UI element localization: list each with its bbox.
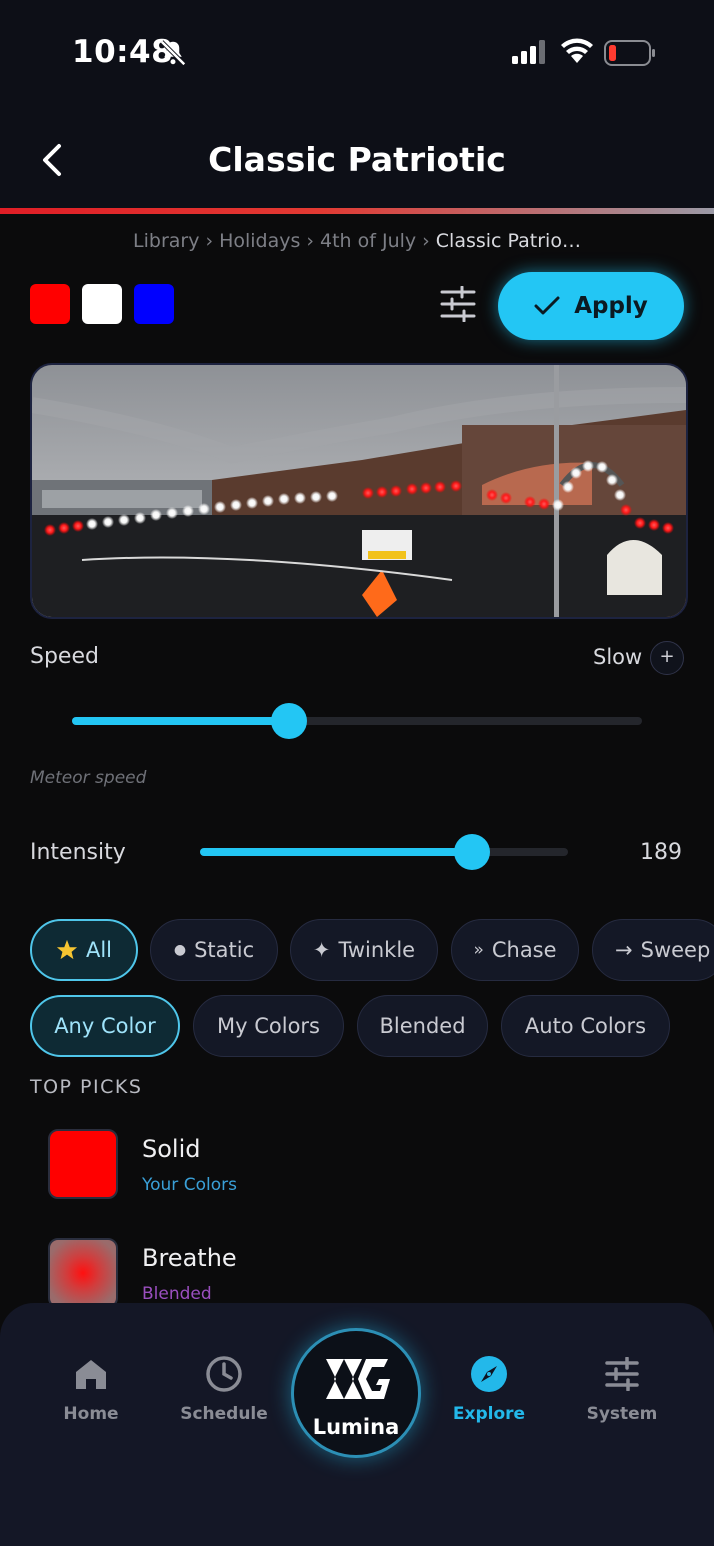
intensity-slider-thumb[interactable] [454,834,491,870]
breadcrumb-current: Classic Patrio… [435,230,581,252]
effect-preview-image [30,363,688,619]
sliders-icon [605,1357,639,1391]
nav-home[interactable]: Home [31,1352,151,1424]
clock-icon [206,1356,242,1392]
filter-chip-sweep[interactable]: → Sweep [592,919,714,981]
arrow-right-icon: → [615,938,633,962]
nav-system[interactable]: System [562,1352,682,1424]
accent-divider [0,208,714,214]
effect-category-breathe: Blended [142,1284,212,1304]
speed-slider[interactable] [72,703,642,739]
nav-label: Home [63,1404,119,1424]
filter-chip-label: Twinkle [338,938,416,962]
apply-button[interactable]: Apply [498,272,684,340]
palette-swatch-3[interactable] [134,284,174,324]
page-title: Classic Patriotic [208,140,506,179]
status-bar: 10:48 [0,0,714,110]
dot-icon: ● [173,942,187,958]
breadcrumb-holidays[interactable]: Holidays [219,230,300,252]
color-chip-label: Auto Colors [524,1014,647,1038]
color-chip-my-colors[interactable]: My Colors [193,995,344,1057]
palette-swatch-2[interactable] [82,284,122,324]
filter-chip-label: Sweep [640,938,711,962]
speed-value-label: Slow [593,645,643,669]
speed-label: Speed [30,644,99,669]
filter-chip-all[interactable]: All [30,919,138,981]
lumina-logo-icon [326,1359,390,1399]
intensity-value: 189 [640,840,682,865]
bell-muted-icon [160,40,186,66]
breadcrumb-4th-of-july[interactable]: 4th of July [320,230,416,252]
filter-chip-chase[interactable]: » Chase [451,919,579,981]
nav-label: Schedule [180,1404,268,1424]
nav-schedule[interactable]: Schedule [164,1352,284,1424]
wifi-icon [561,38,593,63]
speed-plus-button[interactable]: + [650,641,684,675]
apply-button-label: Apply [574,293,648,319]
nav-lumina-button[interactable]: Lumina [291,1328,421,1458]
palette-swatch-1[interactable] [30,284,70,324]
check-icon [534,296,560,315]
filter-chip-twinkle[interactable]: ✦ Twinkle [290,919,438,981]
effect-thumb-breathe[interactable] [48,1238,118,1308]
top-app-bar: Classic Patriotic [0,110,714,208]
color-chip-auto-colors[interactable]: Auto Colors [501,995,670,1057]
filter-chip-label: All [85,938,113,962]
chevrons-right-icon: » [473,940,484,960]
nav-label: System [586,1404,658,1424]
color-chip-blended[interactable]: Blended [357,995,488,1057]
color-chip-any-color[interactable]: Any Color [30,995,180,1057]
breadcrumb-separator-icon: › [422,230,430,252]
intensity-slider[interactable] [200,834,568,870]
filter-chip-static[interactable]: ● Static [150,919,278,981]
top-picks-heading: TOP PICKS [30,1076,143,1098]
nav-explore[interactable]: Explore [429,1352,549,1424]
color-chip-label: Any Color [54,1014,156,1038]
compass-icon [471,1356,507,1392]
intensity-slider-fill [200,848,473,856]
effect-name-breathe[interactable]: Breathe [142,1244,237,1272]
nav-lumina-label: Lumina [312,1415,400,1439]
speed-slider-thumb[interactable] [270,703,307,739]
sparkle-icon: ✦ [312,938,331,962]
color-chip-label: Blended [379,1014,466,1038]
nav-label: Explore [452,1404,526,1424]
breadcrumb: Library › Holidays › 4th of July › Classic Pat… [0,230,714,252]
tune-sliders-icon[interactable] [438,286,478,322]
speed-slider-fill [72,717,289,725]
star-icon [56,939,78,960]
breadcrumb-separator-icon: › [205,230,214,252]
filter-chip-label: Chase [491,938,557,962]
color-chip-label: My Colors [217,1014,320,1038]
effect-thumb-solid[interactable] [48,1129,118,1199]
speed-hint: Meteor speed [30,768,147,788]
battery-low-icon [604,40,655,66]
breadcrumb-separator-icon: › [306,230,315,252]
filter-chip-label: Static [194,938,255,962]
effect-name-solid[interactable]: Solid [142,1135,201,1163]
breadcrumb-library[interactable]: Library [133,230,199,252]
effect-category-solid: Your Colors [142,1175,237,1195]
home-icon [76,1360,106,1389]
cellular-signal-icon [512,40,545,64]
intensity-label: Intensity [30,840,126,865]
